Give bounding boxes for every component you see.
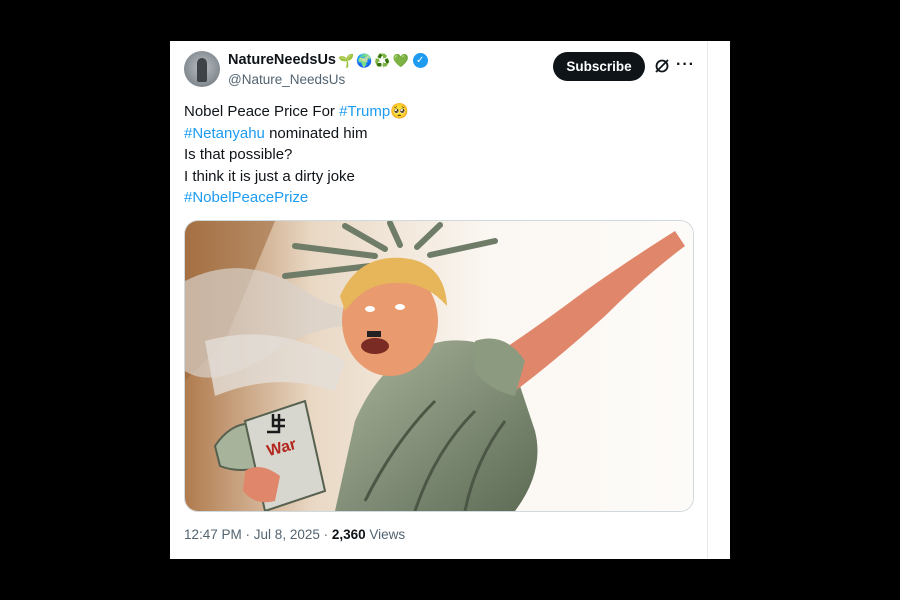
tweet-line-2: #Netanyahu nominated him <box>184 123 409 145</box>
hashtag-netanyahu[interactable]: #Netanyahu <box>184 125 265 142</box>
avatar[interactable] <box>184 51 220 87</box>
avatar-figure <box>197 58 207 82</box>
moustache <box>367 331 381 337</box>
pleading-face-emoji: 🥺 <box>390 103 409 120</box>
eye-right <box>395 304 405 310</box>
tweet-line-5: #NobelPeacePrize <box>184 187 409 209</box>
tweet-line-1: Nobel Peace Price For #Trump🥺 <box>184 101 409 123</box>
green-heart-emoji: 💚 <box>392 52 409 68</box>
user-handle[interactable]: @Nature_NeedsUs <box>228 72 345 87</box>
subscribe-button[interactable]: Subscribe <box>553 52 645 81</box>
views-label: Views <box>365 527 406 542</box>
caricature-image: War <box>185 221 693 511</box>
meta-separator-2: · <box>319 527 332 542</box>
tweet-meta: 12:47 PM · Jul 8, 2025 · 2,360 Views <box>184 527 405 542</box>
tweet-card: NatureNeedsUs 🌱 🌍 ♻️ 💚 ✓ @Nature_NeedsUs… <box>170 41 730 559</box>
tweet-line-2-text: nominated him <box>264 124 368 142</box>
column-divider <box>707 41 708 559</box>
more-options-icon[interactable]: ··· <box>676 56 695 74</box>
tweet-line-1-text: Nobel Peace Price For <box>184 103 340 120</box>
tweet-text: Nobel Peace Price For #Trump🥺 #Netanyahu… <box>184 101 409 209</box>
tweet-line-3: Is that possible? <box>184 146 293 163</box>
view-count: 2,360 <box>331 527 366 542</box>
meta-separator: · <box>241 527 254 542</box>
tweet-line-4: I think it is just a dirty joke <box>184 167 355 185</box>
eye-left <box>365 306 375 312</box>
author-name-row[interactable]: NatureNeedsUs 🌱 🌍 ♻️ 💚 ✓ <box>228 52 428 68</box>
verified-badge-icon: ✓ <box>412 52 428 68</box>
grok-icon[interactable] <box>653 57 671 75</box>
hashtag-trump[interactable]: #Trump <box>339 103 390 120</box>
tweet-date[interactable]: Jul 8, 2025 <box>254 527 320 542</box>
hashtag-nobelpeaceprize[interactable]: #NobelPeacePrize <box>184 189 308 206</box>
seedling-emoji: 🌱 <box>338 52 355 68</box>
mouth <box>361 338 389 354</box>
tweet-media-image[interactable]: War <box>184 220 694 512</box>
globe-emoji: 🌍 <box>356 52 373 68</box>
recycle-emoji: ♻️ <box>374 52 391 68</box>
tweet-time[interactable]: 12:47 PM <box>184 527 242 542</box>
display-name[interactable]: NatureNeedsUs <box>228 52 336 68</box>
